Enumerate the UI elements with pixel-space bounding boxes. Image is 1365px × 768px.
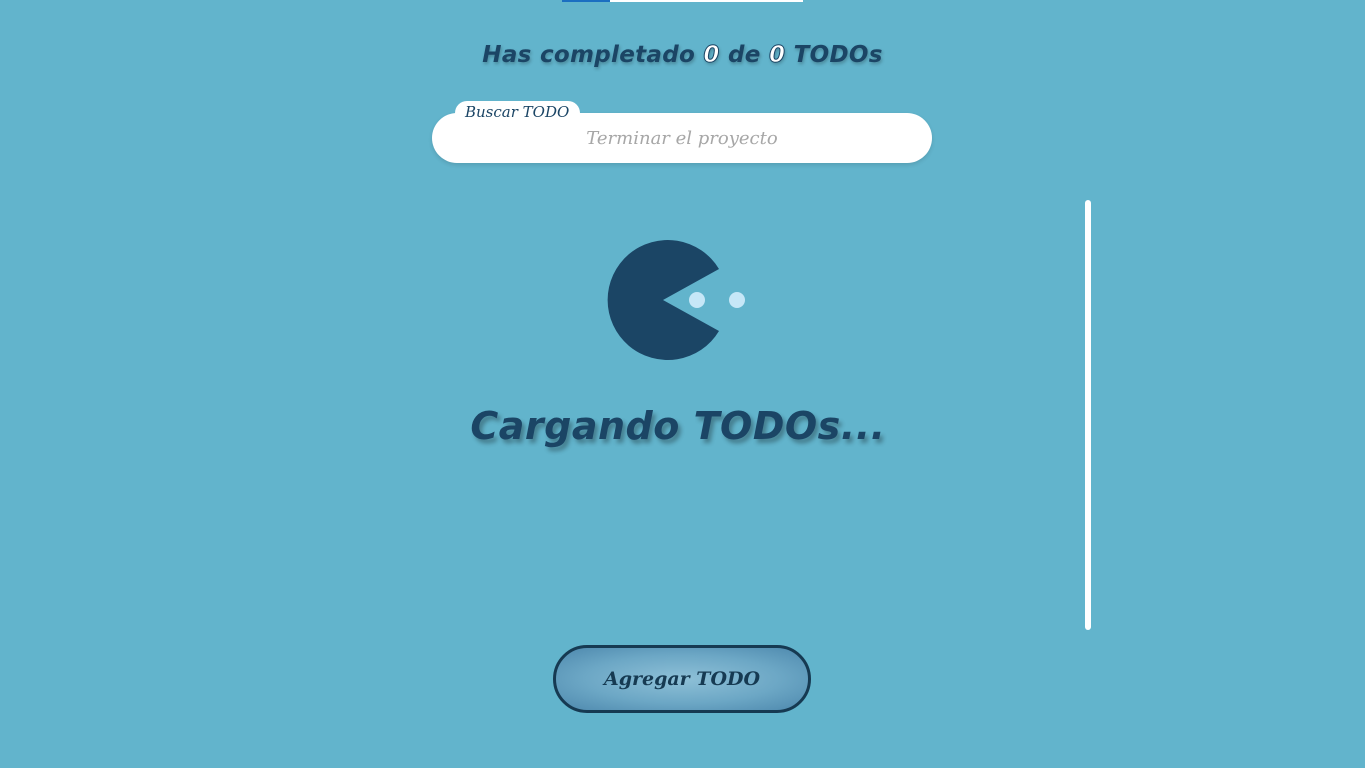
loader-dot — [729, 292, 745, 308]
total-count: 0 — [768, 42, 786, 69]
loading-indicator — [603, 240, 783, 360]
add-todo-button[interactable]: Agregar TODO — [553, 645, 811, 713]
loader-dot — [689, 292, 705, 308]
top-progress-fill — [562, 0, 611, 2]
completed-count: 0 — [703, 42, 720, 69]
counter-middle: de — [728, 42, 761, 68]
list-scrollbar[interactable] — [1085, 200, 1091, 630]
counter-prefix: Has completado — [482, 42, 696, 68]
search-field: Buscar TODO — [432, 101, 932, 163]
top-progress-bar — [562, 0, 803, 2]
loading-message: Cargando TODOs... — [470, 404, 886, 448]
search-label: Buscar TODO — [455, 101, 581, 124]
todo-counter: Has completado 0 de 0 TODOs — [0, 42, 1365, 69]
pacman-loader-icon — [607, 240, 719, 360]
counter-suffix: TODOs — [793, 42, 883, 68]
